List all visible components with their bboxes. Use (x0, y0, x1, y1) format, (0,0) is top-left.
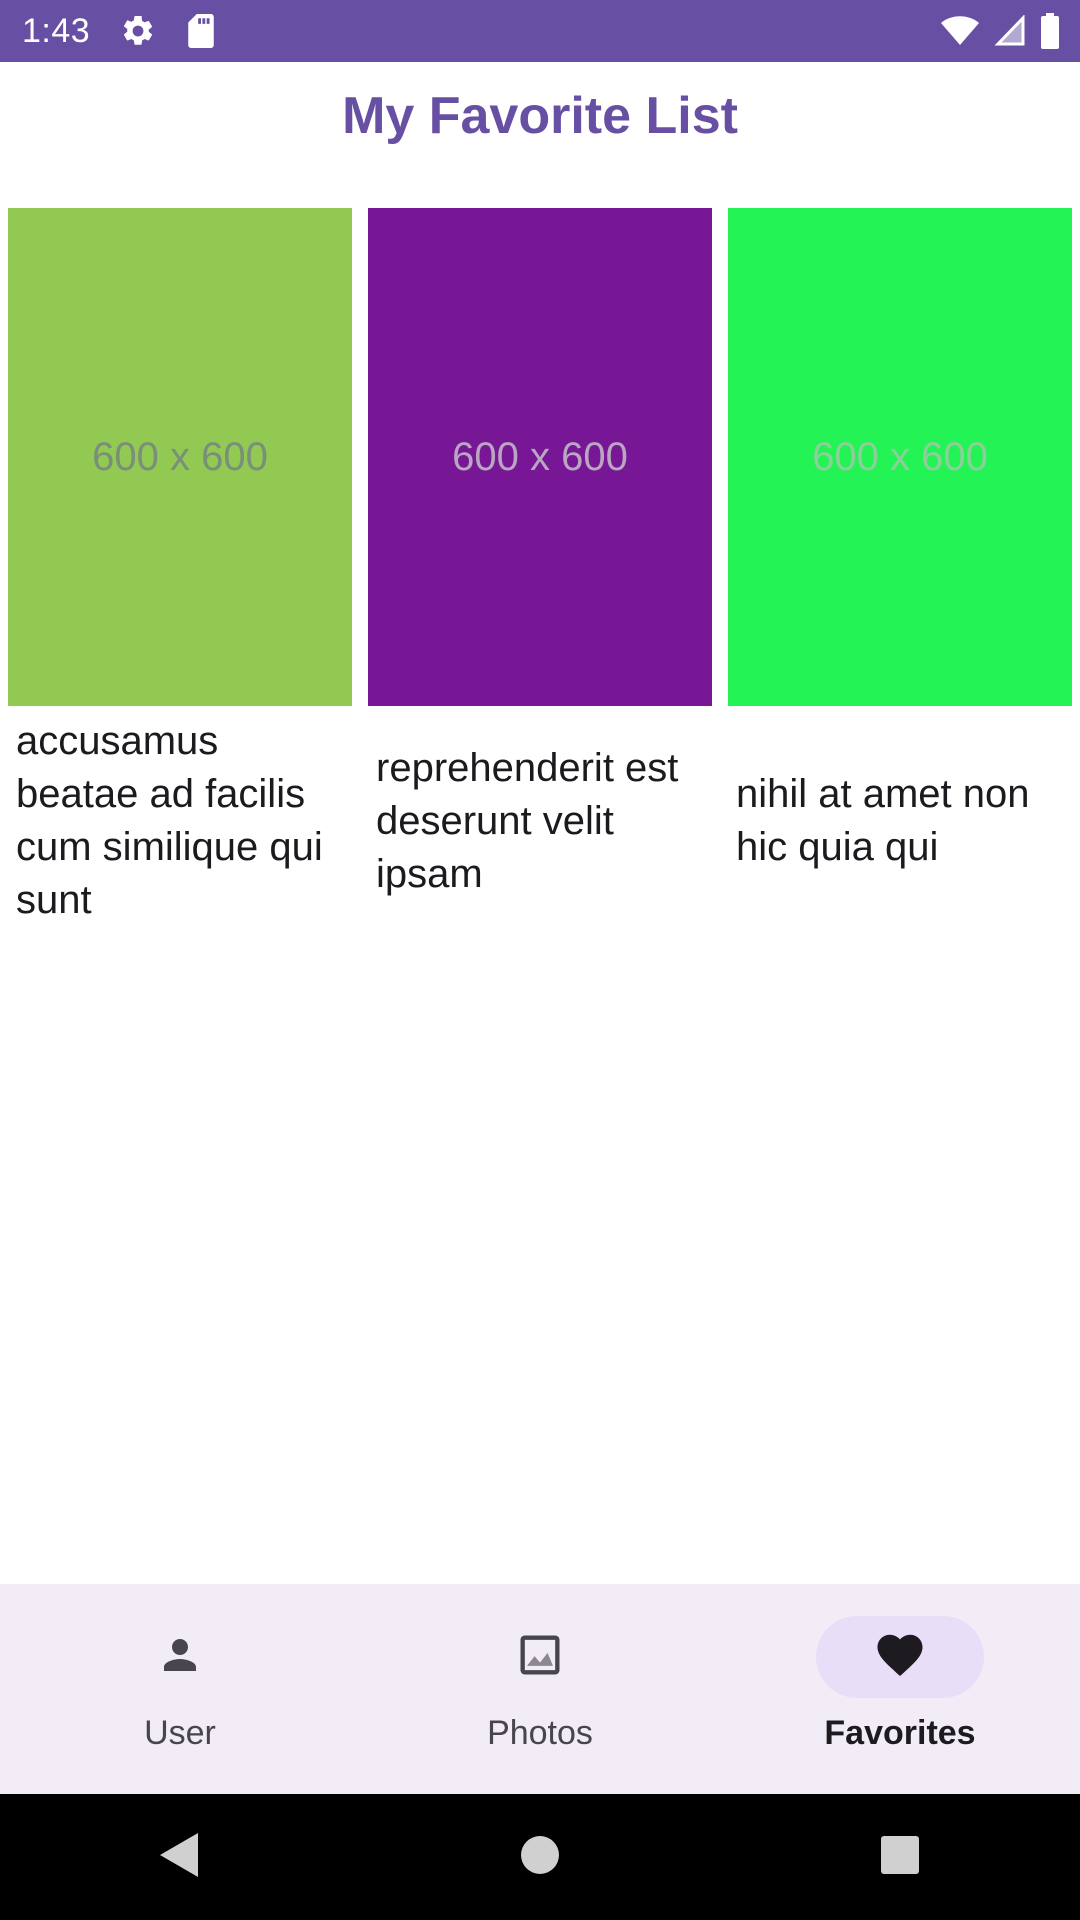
back-button[interactable] (0, 1794, 360, 1920)
sd-card-icon (186, 14, 216, 48)
favorite-thumbnail[interactable]: 600 x 600 (368, 208, 712, 706)
status-bar: 1:43 (0, 0, 1080, 62)
status-time: 1:43 (22, 11, 91, 50)
favorite-card[interactable]: 600 x 600 reprehenderit est deserunt vel… (368, 208, 712, 936)
signal-icon (994, 15, 1026, 47)
nav-item-photos[interactable]: Photos (360, 1584, 720, 1794)
nav-indicator-active (816, 1616, 984, 1698)
caption-container: reprehenderit est deserunt velit ipsam (368, 706, 712, 936)
system-navigation-bar (0, 1794, 1080, 1920)
home-button[interactable] (360, 1794, 720, 1920)
status-right (940, 13, 1060, 49)
recents-icon (880, 1835, 920, 1880)
person-icon (156, 1631, 204, 1684)
caption-container: accusamus beatae ad facilis cum similiqu… (8, 706, 352, 936)
nav-label-favorites: Favorites (824, 1714, 976, 1752)
gear-icon (120, 13, 156, 49)
battery-icon (1040, 13, 1060, 49)
back-icon (158, 1831, 202, 1884)
favorite-caption: nihil at amet non hic quia qui (736, 772, 1030, 869)
thumbnail-placeholder-text: 600 x 600 (452, 434, 628, 479)
home-icon (519, 1834, 561, 1881)
favorite-thumbnail[interactable]: 600 x 600 (8, 208, 352, 706)
bottom-navigation-bar: User Photos Favorites (0, 1584, 1080, 1794)
thumbnail-placeholder-text: 600 x 600 (92, 434, 268, 479)
nav-label-user: User (144, 1714, 216, 1752)
recents-button[interactable] (720, 1794, 1080, 1920)
caption-container: nihil at amet non hic quia qui (728, 706, 1072, 936)
nav-indicator (456, 1616, 624, 1698)
wifi-icon (940, 15, 980, 47)
heart-icon (873, 1628, 927, 1687)
app-screen: 1:43 My Favorite List 600 x 600 accusamu… (0, 0, 1080, 1920)
nav-item-favorites[interactable]: Favorites (720, 1584, 1080, 1794)
favorite-caption: accusamus beatae ad facilis cum similiqu… (16, 719, 323, 922)
favorite-thumbnail[interactable]: 600 x 600 (728, 208, 1072, 706)
thumbnail-placeholder-text: 600 x 600 (812, 434, 988, 479)
favorite-card[interactable]: 600 x 600 accusamus beatae ad facilis cu… (8, 208, 352, 936)
page-title: My Favorite List (342, 87, 738, 145)
nav-item-user[interactable]: User (0, 1584, 360, 1794)
favorite-card[interactable]: 600 x 600 nihil at amet non hic quia qui (728, 208, 1072, 936)
image-icon (514, 1629, 566, 1686)
status-left: 1:43 (22, 12, 216, 51)
favorites-grid: 600 x 600 accusamus beatae ad facilis cu… (8, 208, 1072, 936)
nav-indicator (96, 1616, 264, 1698)
nav-label-photos: Photos (487, 1714, 593, 1752)
favorite-caption: reprehenderit est deserunt velit ipsam (376, 745, 679, 896)
